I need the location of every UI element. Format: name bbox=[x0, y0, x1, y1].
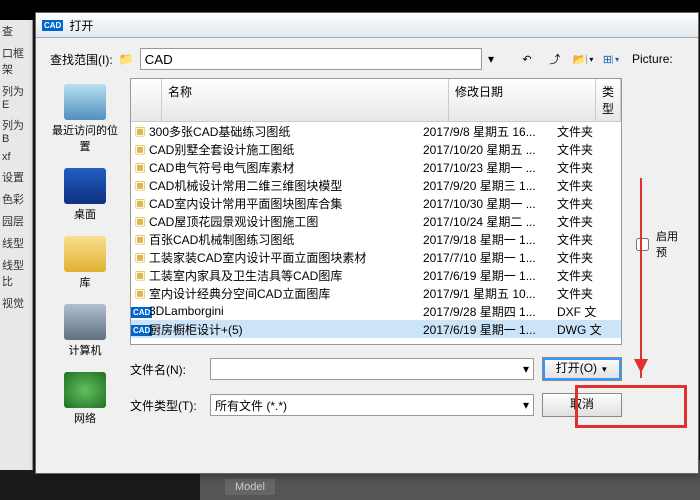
folder-icon: ▣ bbox=[131, 142, 149, 156]
dropdown-icon[interactable]: ▾ bbox=[488, 52, 494, 66]
cad-icon: CAD bbox=[42, 20, 63, 31]
model-tab[interactable]: Model bbox=[225, 479, 275, 495]
folder-icon: ▣ bbox=[131, 196, 149, 210]
cad-file-icon: CAD bbox=[131, 322, 149, 336]
place-icon bbox=[64, 168, 106, 204]
col-date: 修改日期 bbox=[449, 79, 596, 121]
filetype-label: 文件类型(T): bbox=[130, 397, 202, 414]
filename-input[interactable]: ▾ bbox=[210, 358, 534, 380]
place-icon bbox=[64, 84, 106, 120]
picture-label: Picture: bbox=[632, 52, 684, 66]
filetype-combo[interactable]: 所有文件 (*.*)▾ bbox=[210, 394, 534, 416]
folder-icon: ▣ bbox=[131, 268, 149, 282]
cancel-button[interactable]: 取消 bbox=[542, 393, 622, 417]
enable-preview-checkbox[interactable] bbox=[636, 238, 649, 251]
folder-icon: ▣ bbox=[131, 232, 149, 246]
place-icon bbox=[64, 304, 106, 340]
folder-icon: ▣ bbox=[131, 250, 149, 264]
new-folder-button[interactable]: 📂▾ bbox=[572, 48, 594, 70]
place-icon bbox=[64, 372, 106, 408]
table-row[interactable]: ▣CAD屋顶花园景观设计图施工图2017/10/24 星期二 ...文件夹 bbox=[131, 212, 621, 230]
folder-icon: ▣ bbox=[131, 160, 149, 174]
folder-icon: ▣ bbox=[131, 286, 149, 300]
back-button[interactable]: ↶ bbox=[516, 48, 538, 70]
col-type: 类型 bbox=[596, 79, 621, 121]
titlebar: CAD 打开 bbox=[36, 13, 698, 38]
annotation-arrow bbox=[640, 178, 642, 378]
up-button[interactable]: ⤴ bbox=[544, 48, 566, 70]
table-row[interactable]: ▣工装家装CAD室内设计平面立面图块素材2017/7/10 星期一 1...文件… bbox=[131, 248, 621, 266]
table-row[interactable]: CAD3DLamborgini2017/9/28 星期四 1...DXF 文 bbox=[131, 302, 621, 320]
place-库[interactable]: 库 bbox=[50, 236, 120, 290]
open-dialog: CAD 打开 查找范围(I): 📁 ▾ ↶ ⤴ 📂▾ ⊞▾ 最近访问的位置桌面库… bbox=[35, 12, 699, 474]
file-list[interactable]: 名称 修改日期 类型 ▣300多张CAD基础练习图纸2017/9/8 星期五 1… bbox=[130, 78, 622, 345]
place-icon bbox=[64, 236, 106, 272]
table-row[interactable]: ▣300多张CAD基础练习图纸2017/9/8 星期五 16...文件夹 bbox=[131, 122, 621, 140]
place-桌面[interactable]: 桌面 bbox=[50, 168, 120, 222]
enable-preview-label: 启用预 bbox=[656, 228, 684, 260]
table-row[interactable]: ▣室内设计经典分空间CAD立面图库2017/9/1 星期五 10...文件夹 bbox=[131, 284, 621, 302]
app-left-panel: 查口框架列为E列为Bxf设置色彩园层线型线型比视觉 bbox=[0, 20, 33, 470]
lookin-combo[interactable] bbox=[140, 48, 482, 70]
table-row[interactable]: CAD厨房橱柜设计+(5)2017/6/19 星期一 1...DWG 文 bbox=[131, 320, 621, 338]
folder-icon: ▣ bbox=[131, 178, 149, 192]
open-button[interactable]: 打开(O) ▼ bbox=[542, 357, 622, 381]
folder-icon: ▣ bbox=[131, 214, 149, 228]
place-计算机[interactable]: 计算机 bbox=[50, 304, 120, 358]
table-row[interactable]: ▣CAD机械设计常用二维三维图块模型2017/9/20 星期三 1...文件夹 bbox=[131, 176, 621, 194]
lookin-label: 查找范围(I): bbox=[50, 51, 113, 68]
place-最近访问的位置[interactable]: 最近访问的位置 bbox=[50, 84, 120, 154]
filename-label: 文件名(N): bbox=[130, 361, 202, 378]
folder-icon: ▣ bbox=[131, 124, 149, 138]
folder-icon: 📁 bbox=[119, 52, 134, 66]
dialog-title: 打开 bbox=[69, 17, 93, 34]
places-bar: 最近访问的位置桌面库计算机网络 bbox=[50, 78, 120, 440]
col-name: 名称 bbox=[162, 79, 449, 121]
table-row[interactable]: ▣CAD电气符号电气图库素材2017/10/23 星期一 ...文件夹 bbox=[131, 158, 621, 176]
place-网络[interactable]: 网络 bbox=[50, 372, 120, 426]
cad-file-icon: CAD bbox=[131, 304, 149, 318]
table-row[interactable]: ▣CAD别墅全套设计施工图纸2017/10/20 星期五 ...文件夹 bbox=[131, 140, 621, 158]
views-button[interactable]: ⊞▾ bbox=[600, 48, 622, 70]
table-row[interactable]: ▣百张CAD机械制图练习图纸2017/9/18 星期一 1...文件夹 bbox=[131, 230, 621, 248]
table-row[interactable]: ▣CAD室内设计常用平面图块图库合集2017/10/30 星期一 ...文件夹 bbox=[131, 194, 621, 212]
column-headers[interactable]: 名称 修改日期 类型 bbox=[131, 79, 621, 122]
table-row[interactable]: ▣工装室内家具及卫生洁具等CAD图库2017/6/19 星期一 1...文件夹 bbox=[131, 266, 621, 284]
